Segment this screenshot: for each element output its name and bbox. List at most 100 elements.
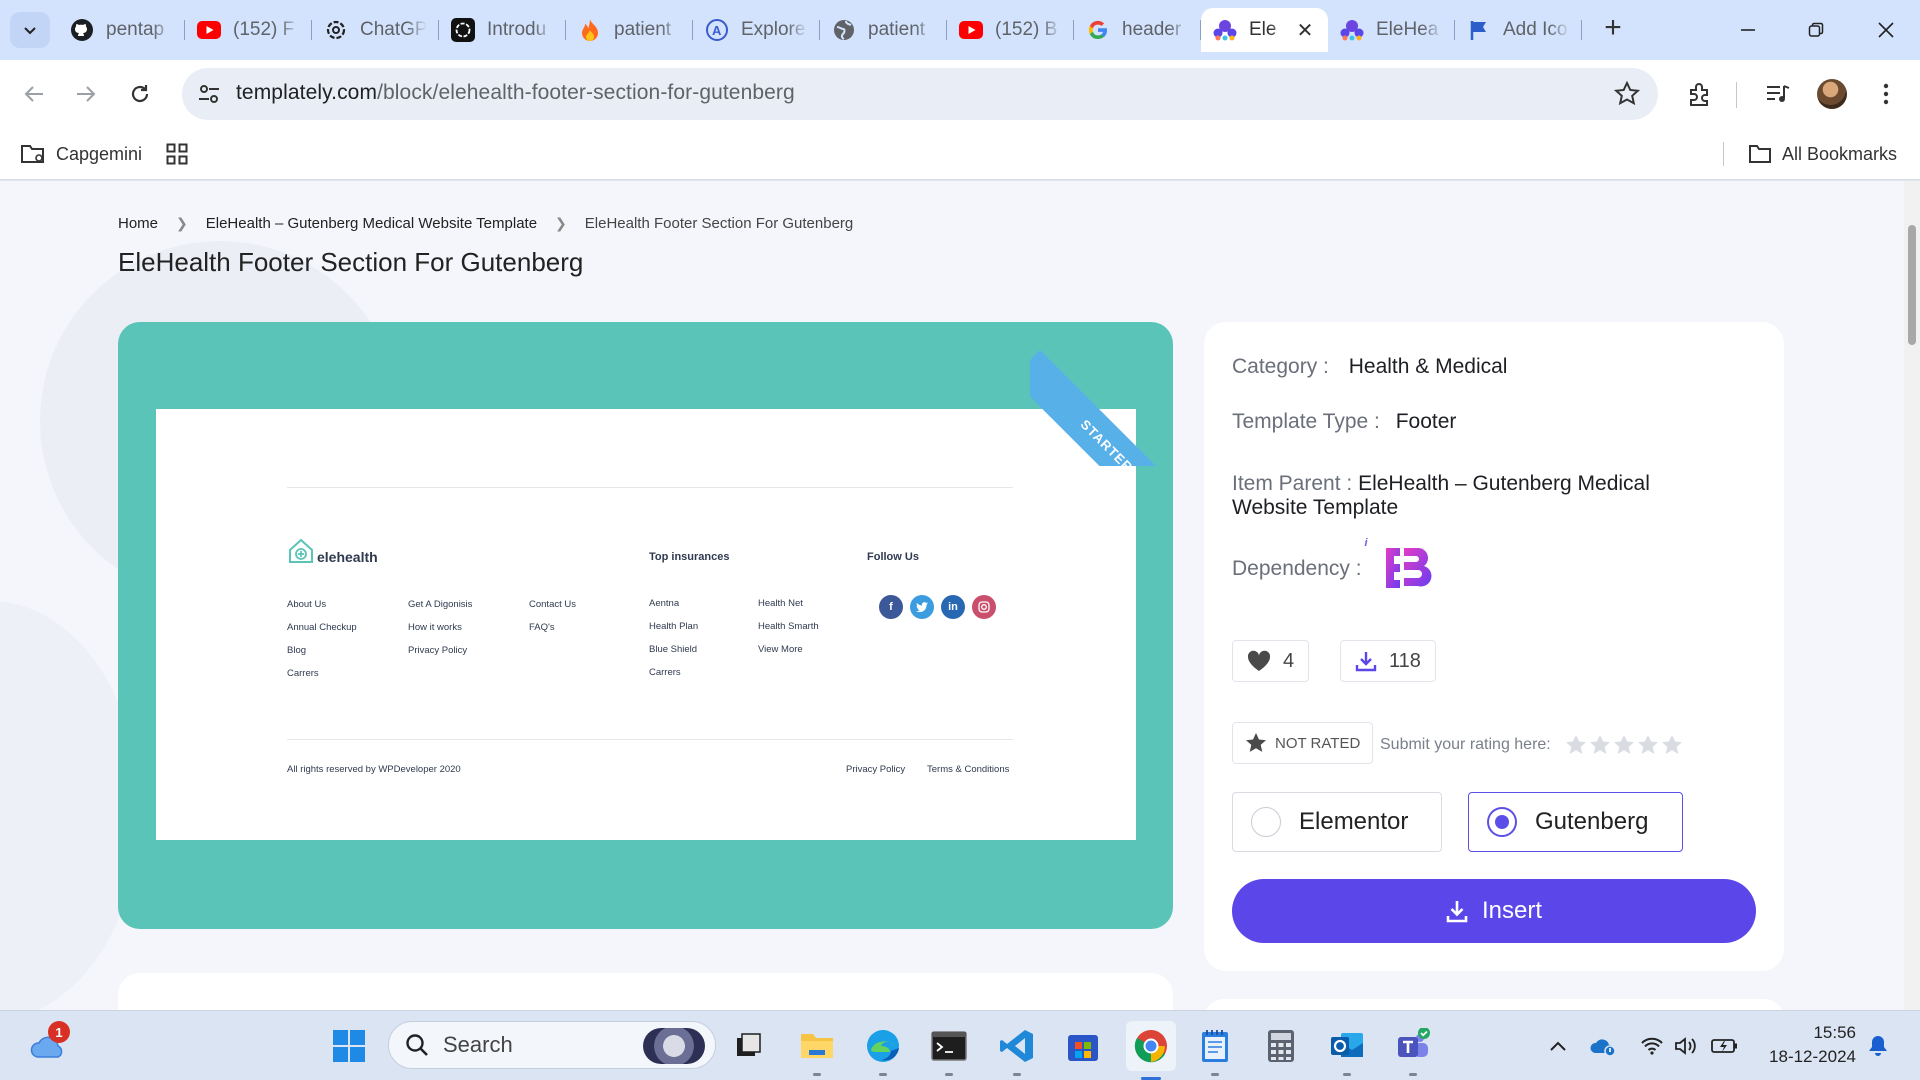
browser-tab[interactable]: A Explore [693, 8, 820, 52]
taskbar-calculator[interactable] [1260, 1025, 1302, 1067]
forward-button[interactable] [66, 74, 106, 114]
page-content: Home ❯ EleHealth – Gutenberg Medical Web… [0, 181, 1904, 1010]
page-scrollbar[interactable] [1904, 181, 1920, 1010]
onedrive-status[interactable] [1588, 1031, 1618, 1061]
bookmark-star-icon[interactable] [1614, 81, 1640, 107]
ribbon-label: STARTER [1030, 350, 1190, 466]
taskbar-terminal[interactable] [928, 1025, 970, 1076]
builder-option-gutenberg[interactable]: Gutenberg [1468, 792, 1683, 852]
browser-menu-button[interactable] [1866, 74, 1906, 114]
star-icon[interactable] [1565, 734, 1587, 756]
minimize-button[interactable] [1720, 10, 1776, 50]
reload-icon [131, 85, 149, 103]
bell-icon [1869, 1036, 1887, 1056]
openai-icon [324, 18, 348, 42]
dependency-label: Dependency : [1232, 557, 1362, 580]
task-view-button[interactable] [728, 1025, 770, 1067]
star-icon[interactable] [1637, 734, 1659, 756]
volume-status[interactable] [1672, 1031, 1700, 1061]
grid-icon [166, 143, 188, 165]
browser-tab[interactable]: Introdu [439, 8, 566, 52]
start-button[interactable] [328, 1025, 370, 1067]
item-parent-label: Item Parent : [1232, 472, 1353, 495]
youtube-icon [197, 18, 221, 42]
star-icon[interactable] [1661, 734, 1683, 756]
template-preview[interactable]: elehealth Top insurances Follow Us About… [118, 322, 1173, 929]
back-button[interactable] [14, 74, 54, 114]
network-status[interactable] [1638, 1031, 1666, 1061]
taskbar-file-explorer[interactable] [796, 1025, 838, 1076]
browser-tab-active[interactable]: Ele ✕ [1201, 8, 1328, 52]
close-window-button[interactable] [1858, 10, 1914, 50]
breadcrumb-home[interactable]: Home [118, 215, 158, 232]
media-controls-button[interactable] [1758, 74, 1798, 114]
show-hidden-icons[interactable] [1545, 1031, 1571, 1061]
browser-tab[interactable]: header [1074, 8, 1201, 52]
restore-button[interactable] [1788, 10, 1844, 50]
star-icon[interactable] [1613, 734, 1635, 756]
taskbar-notepad[interactable] [1194, 1025, 1236, 1076]
notification-center-button[interactable] [1864, 1031, 1892, 1061]
profile-avatar[interactable] [1812, 74, 1852, 114]
taskbar-outlook[interactable] [1326, 1025, 1368, 1076]
bookmark-capgemini[interactable]: Capgemini [20, 138, 142, 170]
chrome-icon [1134, 1030, 1167, 1063]
item-parent-row: Item Parent : EleHealth – Gutenberg Medi… [1232, 472, 1702, 520]
starter-ribbon: STARTER [1030, 306, 1190, 466]
site-settings-icon[interactable] [196, 81, 222, 107]
browser-tab[interactable]: (152) B [947, 8, 1074, 52]
openai-icon [451, 18, 475, 42]
browser-tab[interactable]: EleHea [1328, 8, 1455, 52]
browser-tab[interactable]: patient [566, 8, 693, 52]
close-icon[interactable]: ✕ [1294, 19, 1316, 42]
insert-button[interactable]: Insert [1232, 879, 1756, 943]
info-icon[interactable]: i [1359, 536, 1373, 550]
extensions-button[interactable] [1680, 74, 1720, 114]
template-type-row: Template Type : Footer [1232, 410, 1456, 434]
tab-label: (152) F [233, 19, 295, 40]
tab-label: Explore [741, 19, 806, 40]
chevron-down-icon [24, 27, 36, 35]
browser-tab[interactable]: patient [820, 8, 947, 52]
footer-link: Blog [287, 645, 307, 656]
taskbar-search[interactable]: Search [388, 1021, 716, 1069]
tab-search-button[interactable] [10, 12, 50, 48]
preview-screenshot: elehealth Top insurances Follow Us About… [156, 409, 1136, 840]
radio-gutenberg[interactable] [1487, 807, 1517, 837]
browser-tab[interactable]: Add Ico [1455, 8, 1582, 52]
url-text[interactable]: templately.com/block/elehealth-footer-se… [236, 81, 795, 105]
star-icon[interactable] [1589, 734, 1611, 756]
taskbar-edge[interactable] [862, 1025, 904, 1076]
radio-elementor[interactable] [1251, 807, 1281, 837]
browser-tab[interactable]: (152) F [185, 8, 312, 52]
builder-option-elementor[interactable]: Elementor [1232, 792, 1442, 852]
battery-status[interactable] [1710, 1031, 1740, 1061]
taskbar-vscode[interactable] [996, 1025, 1038, 1076]
insert-label: Insert [1481, 897, 1543, 924]
browser-tab[interactable]: pentap [58, 8, 185, 52]
linkedin-icon: in [941, 595, 965, 619]
new-tab-button[interactable]: + [1598, 13, 1628, 44]
address-bar[interactable]: templately.com/block/elehealth-footer-se… [182, 68, 1658, 120]
browser-tab[interactable]: ChatGP [312, 8, 439, 52]
vscode-icon [1000, 1030, 1033, 1062]
instagram-icon [972, 595, 996, 619]
managed-folder-icon [21, 145, 44, 163]
like-button[interactable]: 4 [1232, 640, 1310, 682]
footer-link: Health Net [758, 598, 803, 609]
footer-link: Aentna [649, 598, 680, 609]
taskbar-teams[interactable] [1392, 1025, 1434, 1076]
scrollbar-thumb[interactable] [1908, 225, 1916, 345]
taskbar-store[interactable] [1062, 1025, 1104, 1067]
breadcrumb-parent[interactable]: EleHealth – Gutenberg Medical Website Te… [206, 215, 537, 232]
taskbar-chrome[interactable] [1126, 1021, 1176, 1080]
all-bookmarks-button[interactable]: All Bookmarks [1748, 138, 1897, 170]
apps-button[interactable] [166, 138, 188, 170]
essential-blocks-logo-icon[interactable] [1384, 544, 1432, 592]
footer-column: Aentna Health Plan Blue Shield Carrers [649, 598, 698, 678]
footer-link: Get A Digonisis [408, 599, 473, 610]
running-indicator [813, 1073, 821, 1076]
reload-button[interactable] [120, 74, 160, 114]
system-clock[interactable]: 15:56 18-12-2024 [1756, 1021, 1856, 1069]
category-value[interactable]: Health & Medical [1349, 355, 1508, 378]
